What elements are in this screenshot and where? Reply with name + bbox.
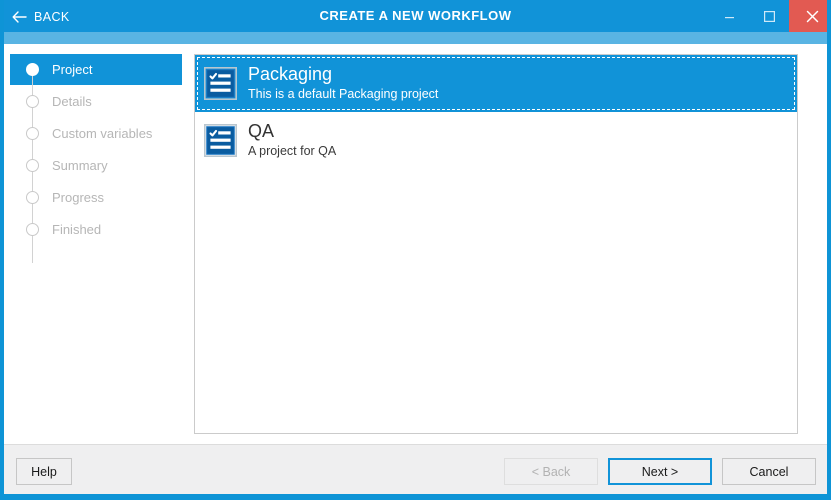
sidebar-item-label: Custom variables xyxy=(52,126,153,141)
wizard-steps-sidebar: Project Details Custom variables Summary… xyxy=(10,54,182,434)
sidebar-item-label: Details xyxy=(52,94,92,109)
list-item[interactable]: Packaging This is a default Packaging pr… xyxy=(195,55,797,112)
sidebar-item-details[interactable]: Details xyxy=(10,86,182,117)
cancel-button[interactable]: Cancel xyxy=(722,458,816,485)
list-item-text: QA A project for QA xyxy=(248,122,336,158)
list-item-title: Packaging xyxy=(248,64,333,85)
sidebar-item-label: Finished xyxy=(52,222,102,237)
sidebar-item-label: Project xyxy=(52,62,93,77)
maximize-button[interactable] xyxy=(749,0,789,32)
minimize-button[interactable] xyxy=(709,0,749,32)
sidebar-item-label: Summary xyxy=(52,158,108,173)
sidebar-item-progress[interactable]: Progress xyxy=(10,182,182,213)
step-bullet-icon xyxy=(26,223,39,236)
window-title: CREATE A NEW WORKFLOW xyxy=(319,8,512,23)
list-item-description: This is a default Packaging project xyxy=(248,87,439,102)
arrow-left-icon xyxy=(12,10,27,24)
create-workflow-window: BACK CREATE A NEW WORKFLOW Project Detai… xyxy=(0,0,831,500)
step-bullet-icon xyxy=(26,95,39,108)
back-button-label: BACK xyxy=(34,10,70,24)
close-button[interactable] xyxy=(789,0,827,32)
back-button: < Back xyxy=(504,458,598,485)
checklist-icon xyxy=(204,67,237,100)
step-bullet-icon xyxy=(26,191,39,204)
next-button[interactable]: Next > xyxy=(608,458,712,485)
checklist-icon xyxy=(204,124,237,157)
content-area: Project Details Custom variables Summary… xyxy=(4,44,827,444)
list-item-title: QA xyxy=(248,121,275,142)
step-bullet-icon xyxy=(26,63,39,76)
step-bullet-icon xyxy=(26,159,39,172)
step-bullet-icon xyxy=(26,127,39,140)
list-item-description: A project for QA xyxy=(248,144,337,159)
sidebar-item-finished[interactable]: Finished xyxy=(10,214,182,245)
help-button[interactable]: Help xyxy=(16,458,72,485)
footer-bar: Help < Back Next > Cancel xyxy=(4,444,827,494)
project-template-list: Packaging This is a default Packaging pr… xyxy=(194,54,798,434)
minimize-icon xyxy=(724,11,735,22)
list-item[interactable]: QA A project for QA xyxy=(195,112,797,169)
back-button[interactable]: BACK xyxy=(12,8,70,26)
sidebar-item-project[interactable]: Project xyxy=(10,54,182,85)
maximize-icon xyxy=(763,10,775,22)
sidebar-item-summary[interactable]: Summary xyxy=(10,150,182,181)
close-icon xyxy=(806,10,819,23)
window-controls xyxy=(709,0,827,32)
sidebar-item-label: Progress xyxy=(52,190,105,205)
sidebar-item-custom-variables[interactable]: Custom variables xyxy=(10,118,182,149)
title-bar: BACK CREATE A NEW WORKFLOW xyxy=(4,0,827,32)
list-item-text: Packaging This is a default Packaging pr… xyxy=(248,65,438,101)
title-accent-strip xyxy=(4,32,827,44)
